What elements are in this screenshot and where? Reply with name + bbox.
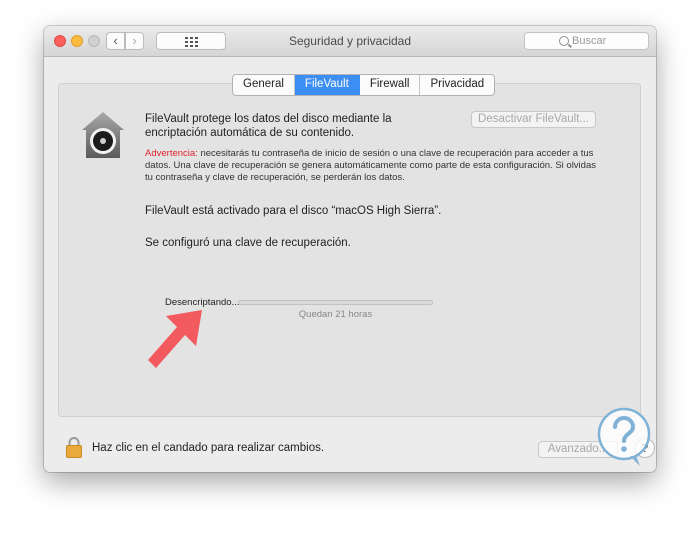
warning-label: Advertencia: xyxy=(145,148,198,159)
tab-general[interactable]: General xyxy=(233,75,295,95)
lock-icon[interactable] xyxy=(66,436,82,458)
lock-instruction: Haz clic en el candado para realizar cam… xyxy=(92,442,325,454)
title-bar: ‹ › Seguridad y privacidad Buscar xyxy=(44,26,656,57)
filevault-description: FileVault protege los datos del disco me… xyxy=(145,113,392,139)
annotation-arrow-icon xyxy=(148,310,202,368)
search-field[interactable]: Buscar xyxy=(524,32,649,50)
filevault-status: FileVault está activado para el disco “m… xyxy=(145,205,442,217)
time-remaining: Quedan 21 horas xyxy=(298,309,373,320)
preferences-window: ‹ › Seguridad y privacidad Buscar Genera… xyxy=(44,26,656,472)
tab-privacidad[interactable]: Privacidad xyxy=(420,75,494,95)
tab-firewall[interactable]: Firewall xyxy=(360,75,421,95)
deactivate-filevault-button[interactable]: Desactivar FileVault... xyxy=(471,111,596,128)
tab-bar: General FileVault Firewall Privacidad xyxy=(232,74,496,96)
decryption-progress-bar xyxy=(238,300,433,305)
search-icon xyxy=(559,36,569,46)
watermark-logo xyxy=(597,407,651,466)
warning-text: Advertencia: necesitarás tu contraseña d… xyxy=(145,148,600,184)
search-placeholder: Buscar xyxy=(572,35,607,47)
decrypting-label: Desencriptando... xyxy=(165,297,240,308)
warning-body: necesitarás tu contraseña de inicio de s… xyxy=(145,148,596,183)
recovery-key-status: Se configuró una clave de recuperación. xyxy=(145,237,351,249)
filevault-house-icon xyxy=(82,112,124,158)
tab-filevault[interactable]: FileVault xyxy=(294,75,360,95)
